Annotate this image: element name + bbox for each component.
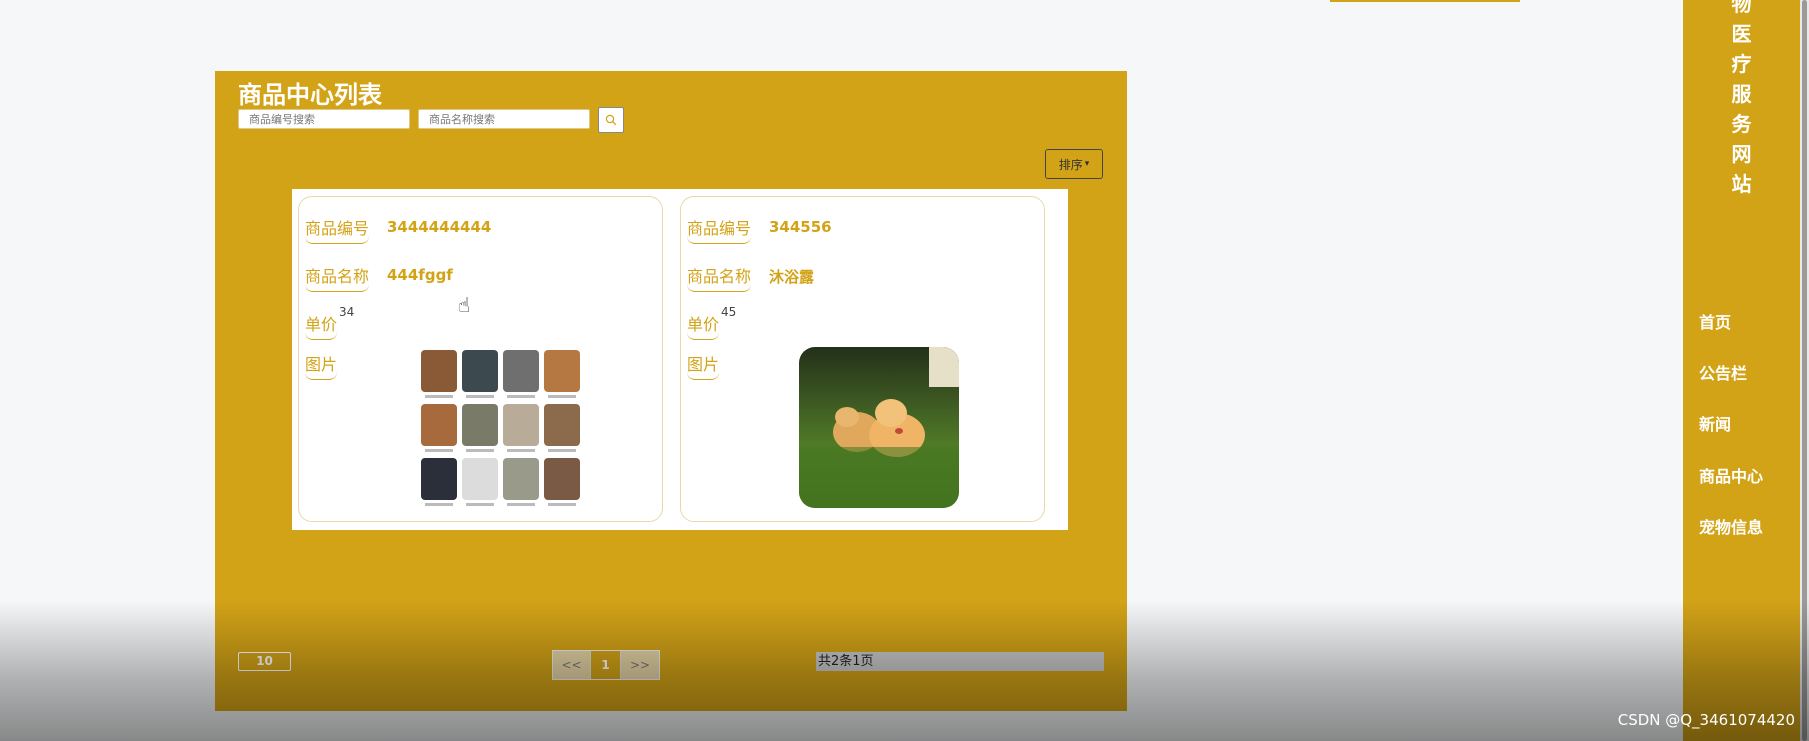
nav-home[interactable]: 首页 [1699, 309, 1731, 333]
puppies-picture [799, 347, 959, 508]
nav-pet-info[interactable]: 宠物信息 [1699, 514, 1763, 538]
code-label: 商品编号 [305, 215, 370, 244]
nav-notice[interactable]: 公告栏 [1699, 360, 1747, 384]
product-card[interactable]: 商品编号 344556 商品名称 沐浴露 单价 45 图片 [680, 196, 1045, 522]
code-value: 3444444444 [387, 218, 492, 236]
caret-down-icon: ▾ [1084, 159, 1090, 169]
name-value: 沐浴露 [769, 268, 815, 286]
nav-products[interactable]: 商品中心 [1699, 463, 1763, 487]
product-card[interactable]: 商品编号 3444444444 商品名称 444fggf 单价 34 图片 [298, 196, 663, 522]
search-icon [605, 114, 617, 126]
price-value: 34 [339, 305, 355, 319]
code-label: 商品编号 [687, 215, 752, 244]
site-title-char: 网 [1731, 142, 1752, 166]
site-title-char: 医 [1731, 22, 1752, 46]
name-label: 商品名称 [687, 263, 752, 292]
search-name-input[interactable] [418, 109, 590, 129]
sort-button[interactable]: 排序 ▾ [1045, 149, 1103, 179]
name-value: 444fggf [387, 266, 453, 284]
watermark: CSDN @Q_3461074420 [1617, 711, 1795, 729]
top-strip [1330, 0, 1520, 2]
site-title: 物 医 疗 服 务 网 站 [1683, 0, 1800, 199]
hand-cursor-icon: ☝ [458, 293, 471, 317]
price-label: 单价 [687, 311, 720, 340]
page-size-select[interactable]: 10 [238, 652, 291, 671]
image-label: 图片 [305, 351, 338, 380]
site-title-char: 物 [1731, 0, 1752, 16]
name-label: 商品名称 [305, 263, 370, 292]
scrollbar-thumb[interactable] [1802, 0, 1807, 741]
pagination: << 1 >> [552, 650, 660, 680]
code-value: 344556 [769, 218, 832, 236]
sort-label: 排序 [1058, 157, 1083, 172]
site-title-char: 服 [1731, 82, 1752, 106]
product-image[interactable] [420, 350, 580, 508]
price-value: 45 [721, 305, 737, 319]
total-count: 共2条1页 [816, 652, 1104, 671]
search-button[interactable] [598, 107, 624, 133]
site-title-char: 务 [1731, 112, 1752, 136]
nav-news[interactable]: 新闻 [1699, 411, 1731, 435]
page-1-button[interactable]: 1 [591, 651, 621, 679]
page-title: 商品中心列表 [238, 81, 382, 109]
image-label: 图片 [687, 351, 720, 380]
sidebar: 物 医 疗 服 务 网 站 首页 公告栏 新闻 商品中心 宠物信息 [1683, 0, 1800, 741]
product-list-panel: 商品中心列表 排序 ▾ 商品编号 3444444444 商品名称 444fggf… [215, 71, 1127, 711]
site-title-char: 站 [1731, 172, 1752, 196]
product-list: 商品编号 3444444444 商品名称 444fggf 单价 34 图片 商品… [292, 189, 1068, 530]
price-label: 单价 [305, 311, 338, 340]
next-page-button[interactable]: >> [621, 651, 659, 679]
prev-page-button[interactable]: << [553, 651, 591, 679]
product-image[interactable] [799, 347, 959, 508]
site-title-char: 疗 [1731, 52, 1752, 76]
search-code-input[interactable] [238, 109, 410, 129]
